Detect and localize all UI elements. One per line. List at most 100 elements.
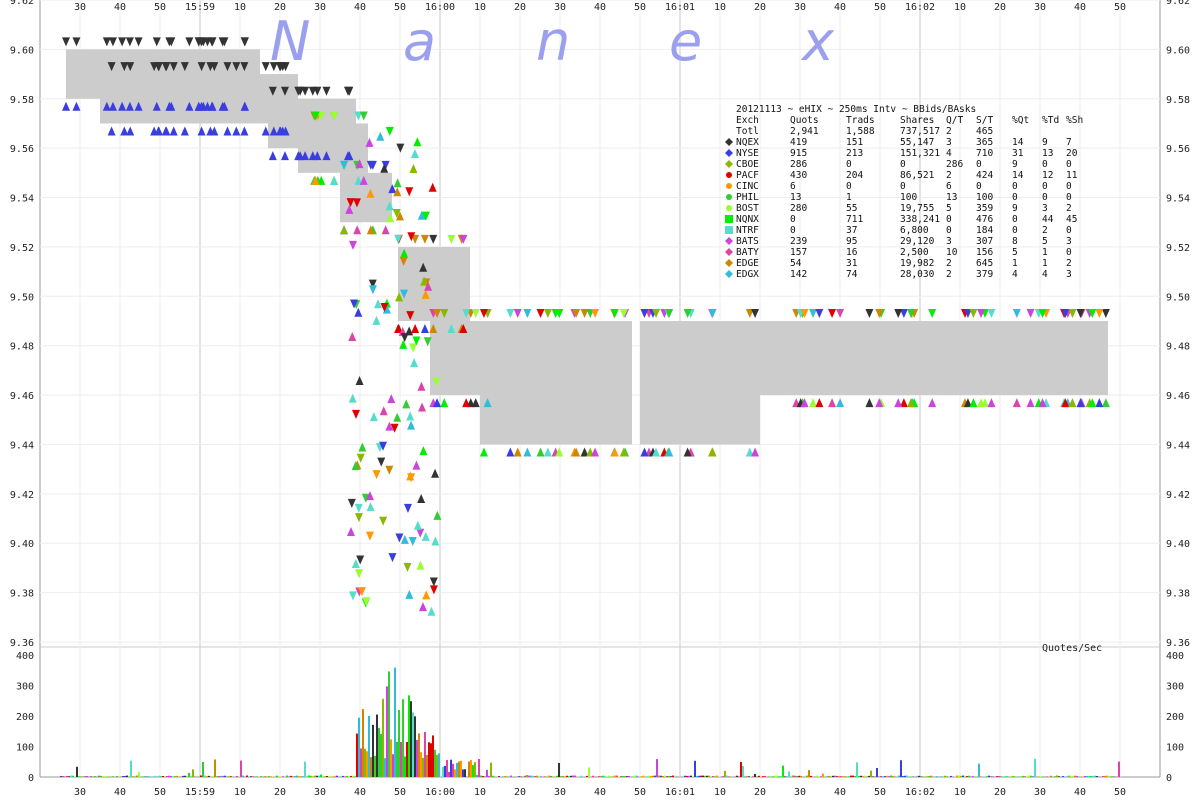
quote-rate-bar xyxy=(588,767,590,777)
quote-rate-bar xyxy=(298,776,300,777)
quote-rate-bar xyxy=(1106,775,1108,777)
quote-rate-bar xyxy=(320,774,322,777)
quote-rate-bar xyxy=(672,775,674,777)
legend-header: 20121113 ~ eHIX ~ 250ms Intv ~ BBids/BAs… xyxy=(736,104,976,115)
x-tick-label-bottom: 40 xyxy=(834,787,846,798)
quote-rate-bar xyxy=(228,775,230,777)
quote-rate-bar xyxy=(656,759,658,777)
quote-rate-bar xyxy=(574,775,576,777)
quote-rate-bar xyxy=(236,775,238,777)
legend-column-header: %Qt xyxy=(1012,115,1029,126)
legend-value-cell: 6,800 xyxy=(900,225,929,236)
quote-rate-bar xyxy=(226,776,228,777)
x-tick-label-bottom: 30 xyxy=(314,787,326,798)
y-tick-label-left: 9.44 xyxy=(10,440,34,451)
quote-rate-bar xyxy=(104,776,106,777)
quote-rate-bar xyxy=(1062,776,1064,777)
volume-y-tick-right: 100 xyxy=(1166,743,1184,754)
quote-rate-bar xyxy=(74,776,76,777)
x-tick-label-top: 30 xyxy=(1034,2,1046,13)
volume-y-tick-right: 400 xyxy=(1166,651,1184,662)
quote-rate-bar xyxy=(650,775,652,777)
quote-rate-bar xyxy=(160,776,162,777)
y-tick-label-left: 9.54 xyxy=(10,194,34,205)
quote-rate-bar xyxy=(874,776,876,777)
y-tick-label-left: 9.48 xyxy=(10,342,34,353)
quote-rate-bar xyxy=(96,776,98,777)
quote-rate-bar xyxy=(124,775,126,777)
quote-rate-bar xyxy=(924,775,926,777)
quote-rate-bar xyxy=(626,775,628,777)
legend-value-cell: 20 xyxy=(1066,148,1078,159)
quote-rate-bar xyxy=(64,776,66,777)
quote-rate-bar xyxy=(490,762,492,777)
quote-rate-bar xyxy=(134,776,136,777)
quote-rate-bar xyxy=(586,775,588,777)
quote-rate-bar xyxy=(562,775,564,777)
x-tick-label-bottom: 50 xyxy=(634,787,646,798)
quote-rate-bar xyxy=(818,776,820,777)
quote-rate-bar xyxy=(800,775,802,777)
legend-marker xyxy=(725,215,733,223)
quote-rate-bar xyxy=(652,775,654,777)
quote-rate-bar xyxy=(936,776,938,777)
quote-rate-bar xyxy=(272,776,274,777)
quote-rate-bar xyxy=(880,776,882,777)
legend-value-cell: 710 xyxy=(976,148,993,159)
legend-value-cell: 0 xyxy=(976,159,982,170)
quote-rate-bar xyxy=(388,671,390,777)
quote-rate-bar xyxy=(864,775,866,777)
quote-rate-bar xyxy=(854,775,856,777)
y-tick-label-right: 9.50 xyxy=(1166,292,1190,303)
legend-value-cell: 151 xyxy=(846,137,863,148)
quote-rate-bar xyxy=(286,775,288,777)
quote-rate-bar xyxy=(94,775,96,777)
spread-band xyxy=(480,321,632,445)
quote-rate-bar xyxy=(202,761,204,777)
quote-rate-bar xyxy=(468,761,470,777)
quote-rate-bar xyxy=(740,762,742,777)
quote-rate-bar xyxy=(768,776,770,777)
quote-rate-bar xyxy=(482,776,484,777)
quote-rate-bar xyxy=(432,735,434,777)
legend-column-header: Exch xyxy=(736,115,759,126)
quote-rate-bar xyxy=(1058,776,1060,777)
quote-rate-bar xyxy=(70,775,72,777)
quote-rate-bar xyxy=(834,775,836,777)
quote-rate-bar xyxy=(138,772,140,777)
quote-rate-bar xyxy=(886,775,888,777)
quote-rate-bar xyxy=(400,742,402,777)
legend-value-cell: 54 xyxy=(790,258,802,269)
quote-rate-bar xyxy=(456,762,458,777)
quote-rate-bar xyxy=(566,775,568,777)
quote-rate-bar xyxy=(1088,776,1090,777)
quote-rate-bar xyxy=(852,775,854,777)
x-tick-label-bottom: 30 xyxy=(554,787,566,798)
legend-value-cell: 4 xyxy=(946,148,952,159)
quote-rate-bar xyxy=(926,776,928,777)
quote-rate-bar xyxy=(616,775,618,777)
quote-rate-bar xyxy=(550,776,552,777)
quote-rate-bar xyxy=(256,776,258,777)
quote-rate-bar xyxy=(940,776,942,777)
quote-rate-bar xyxy=(254,776,256,777)
quote-rate-bar xyxy=(664,775,666,777)
y-tick-label-left: 9.38 xyxy=(10,589,34,600)
watermark-letter: a xyxy=(403,10,436,73)
quote-rate-bar xyxy=(838,775,840,777)
quote-rate-bar xyxy=(628,776,630,777)
quote-rate-bar xyxy=(1066,776,1068,777)
quote-rate-bar xyxy=(356,733,358,777)
quote-rate-bar xyxy=(290,775,292,777)
quote-rate-bar xyxy=(506,776,508,777)
quote-rate-bar xyxy=(572,775,574,777)
quote-rate-bar xyxy=(460,760,462,777)
quote-rate-bar xyxy=(826,776,828,777)
quote-rate-bar xyxy=(1074,775,1076,777)
x-tick-label-top: 20 xyxy=(754,2,766,13)
quote-rate-bar xyxy=(436,754,438,777)
x-tick-label-top: 30 xyxy=(314,2,326,13)
y-tick-label-right: 9.56 xyxy=(1166,144,1190,155)
x-tick-label-bottom: 40 xyxy=(594,787,606,798)
x-tick-label-bottom: 10 xyxy=(954,787,966,798)
